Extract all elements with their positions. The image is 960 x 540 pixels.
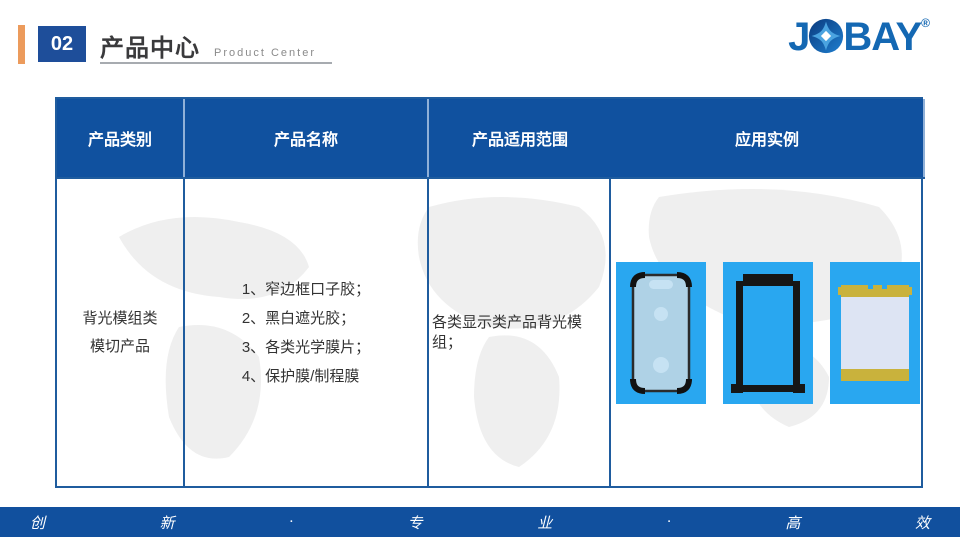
footer-char: 高 <box>785 512 800 533</box>
product-name-item: 3、各类光学膜片； <box>242 333 370 362</box>
col-header-category: 产品类别 <box>57 99 185 177</box>
title-underline <box>100 62 332 64</box>
logo-letter-j: J <box>788 15 809 59</box>
scope-text: 各类显示类产品背光模组； <box>429 313 609 353</box>
footer-slogan-bar: 创 新 · 专 业 · 高 效 <box>0 507 960 537</box>
col-header-examples: 应用实例 <box>611 99 925 177</box>
product-name-item: 4、保护膜/制程膜 <box>242 362 370 391</box>
product-table: 产品类别 产品名称 产品适用范围 应用实例 背光模组类 模切产品 1、窄边框口子… <box>55 97 923 488</box>
registered-trademark-icon: ® <box>921 16 930 30</box>
page-title: 产品中心 <box>100 28 200 63</box>
footer-separator-dot: · <box>667 514 671 531</box>
footer-char: 专 <box>408 512 423 533</box>
category-line-2: 模切产品 <box>90 333 150 361</box>
title-group: 产品中心 Product Center <box>100 28 316 63</box>
four-point-star-circle-emblem-icon <box>808 18 844 59</box>
section-number-box: 02 <box>38 26 86 62</box>
page-subtitle: Product Center <box>214 47 316 59</box>
footer-char: 新 <box>160 512 175 533</box>
product-name-list: 1、窄边框口子胶； 2、黑白遮光胶； 3、各类光学膜片； 4、保护膜/制程膜 <box>242 275 370 391</box>
footer-char: 创 <box>30 512 45 533</box>
cell-application-examples <box>611 177 925 486</box>
accent-bar <box>18 25 25 64</box>
logo-letters-bay: BAY <box>843 15 921 59</box>
optical-film-gold-strips-image <box>830 262 920 404</box>
category-line-1: 背光模组类 <box>82 305 157 333</box>
cell-category: 背光模组类 模切产品 <box>57 177 185 486</box>
cell-product-names: 1、窄边框口子胶； 2、黑白遮光胶； 3、各类光学膜片； 4、保护膜/制程膜 <box>185 177 429 486</box>
phone-frame-seal-adhesive-image <box>616 262 706 404</box>
jobay-logo: J BAY ® <box>788 14 930 59</box>
col-header-scope: 产品适用范围 <box>429 99 611 177</box>
slide: 02 产品中心 Product Center J BAY ® <box>0 0 960 540</box>
footer-char: 效 <box>915 512 930 533</box>
product-name-item: 1、窄边框口子胶； <box>242 275 370 304</box>
section-number: 02 <box>51 33 73 56</box>
black-frame-adhesive-image <box>723 262 813 404</box>
footer-char: 业 <box>537 512 552 533</box>
footer-separator-dot: · <box>289 514 293 531</box>
product-name-item: 2、黑白遮光胶； <box>242 304 370 333</box>
col-header-name: 产品名称 <box>185 99 429 177</box>
cell-scope: 各类显示类产品背光模组； <box>429 177 611 486</box>
